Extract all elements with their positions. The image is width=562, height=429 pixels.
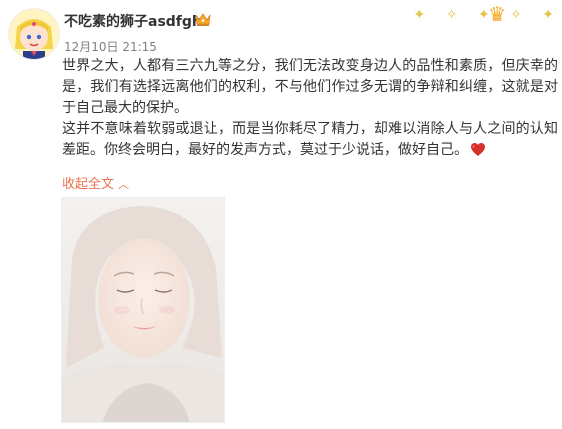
collapse-full-text-link[interactable]: 收起全文 ︿ <box>62 173 129 192</box>
username[interactable]: 不吃素的狮子asdfgh <box>64 11 202 31</box>
decoration-crown-icon: ♛ <box>488 2 506 26</box>
image-watermark: ····· <box>120 306 133 315</box>
avatar[interactable] <box>8 8 60 60</box>
post-timestamp[interactable]: 12月10日 21:15 <box>64 38 157 55</box>
post-text: 世界之大，人都有三六九等之分，我们无法改变身边人的品性和素质，但庆幸的是，我们有… <box>62 56 558 164</box>
portrait-photo <box>62 198 224 422</box>
vip-crown-icon[interactable] <box>194 11 212 27</box>
header-decoration: ✦ ✧ ✦ ✧ ✦ <box>413 7 562 23</box>
post-paragraph: 这并不意味着软弱或退让，而是当你耗尽了精力，却难以消除人与人之间的认知差距。你终… <box>62 119 558 164</box>
post-image[interactable]: ····· <box>61 197 225 423</box>
collapse-label: 收起全文 <box>62 177 115 192</box>
avatar-illustration <box>9 9 59 59</box>
post-paragraph: 世界之大，人都有三六九等之分，我们无法改变身边人的品性和素质，但庆幸的是，我们有… <box>62 58 558 116</box>
heart-icon <box>470 142 486 164</box>
chevron-up-icon: ︿ <box>118 178 130 191</box>
